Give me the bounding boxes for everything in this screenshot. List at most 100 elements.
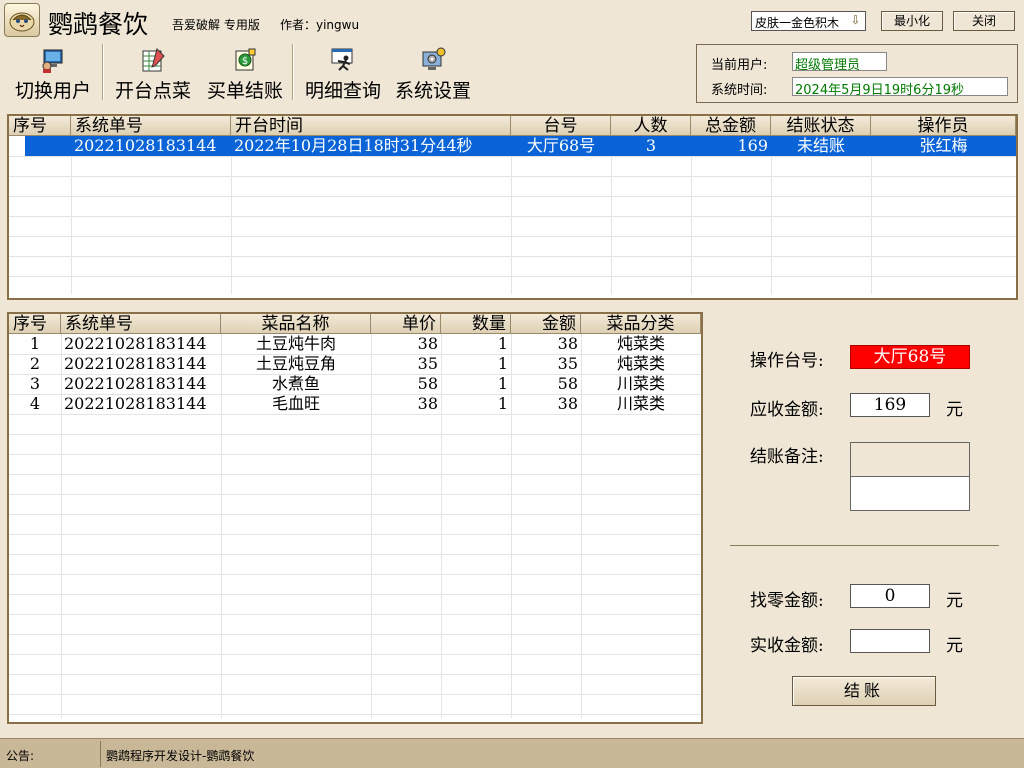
table-cell: 炖菜类 [616, 354, 665, 373]
table-cell: 35 [417, 354, 438, 373]
table-cell: 20221028183144 [64, 374, 207, 393]
table-row[interactable]: 1 20221028183144 2022年10月28日18时31分44秒 大厅68号… [12, 136, 1016, 156]
table-row[interactable]: 1 20221028183144 土豆炖牛肉 38 1 38 炖菜类 [9, 334, 701, 354]
down-arrow-icon[interactable]: ⇩ [848, 13, 863, 29]
close-button[interactable]: 关闭 [953, 11, 1015, 31]
checkout-note-value [851, 477, 969, 483]
table-row[interactable]: 2 20221028183144 土豆炖豆角 35 1 35 炖菜类 [9, 354, 701, 374]
paid-amount-input[interactable] [850, 629, 930, 653]
table-cell: 炖菜类 [616, 334, 665, 353]
user-info-panel: 当前用户: 超级管理员 系统时间: 2024年5月9日19时6分19秒 [696, 44, 1018, 103]
table-cell: 未结账 [796, 136, 845, 155]
detail-query-button[interactable]: 明细查询 [300, 46, 386, 102]
grid-line [511, 136, 512, 294]
table-cell: 水煮鱼 [271, 374, 320, 393]
open-table-order-button[interactable]: 开台点菜 [110, 46, 196, 102]
checkout-note-label: 结账备注: [750, 447, 824, 467]
table-cell: 土豆炖牛肉 [255, 334, 336, 353]
table-cell: 58 [417, 374, 438, 393]
column-header[interactable]: 系统单号 [71, 116, 231, 136]
notice-text: 鹦鹉程序开发设计-鹦鹉餐饮 [106, 749, 255, 763]
checkout-label: 买单结账 [206, 80, 283, 102]
column-header[interactable]: 结账状态 [771, 116, 871, 136]
column-header[interactable]: 序号 [9, 116, 71, 136]
table-cell: 38 [557, 394, 578, 413]
settle-button[interactable]: 结账 [792, 676, 936, 706]
title-bar: 鹦鹉餐饮 吾爱破解 专用版 作者：yingwu 皮肤一金色积木 ⇩ 最小化 关闭 [0, 0, 1024, 42]
table-cell: 1 [497, 354, 508, 373]
system-settings-button[interactable]: 系统设置 [390, 46, 476, 102]
orders-table[interactable]: 序号 系统单号 开台时间 台号 人数 总金额 结账状态 操作员 1 20221028183144 2… [7, 114, 1018, 300]
user-monitor-icon [42, 49, 63, 73]
checkout-button[interactable]: $ 买单结账 [202, 46, 288, 102]
table-cell: 1 [29, 334, 41, 353]
grid-line [9, 454, 701, 455]
status-separator [100, 741, 101, 767]
grid-line [9, 494, 701, 495]
toolbar-separator [292, 44, 294, 100]
column-header[interactable]: 数量 [441, 314, 511, 334]
grid-line [9, 654, 701, 655]
column-header[interactable]: 菜品名称 [221, 314, 371, 334]
table-cell: 1 [497, 334, 508, 353]
column-header[interactable]: 总金额 [691, 116, 771, 136]
grid-line [9, 216, 1016, 217]
table-number-label: 操作台号: [750, 351, 824, 371]
runner-window-icon [331, 48, 353, 71]
grid-line [9, 714, 701, 715]
grid-line [9, 196, 1016, 197]
minimize-button[interactable]: 最小化 [881, 11, 943, 31]
table-row[interactable]: 3 20221028183144 水煮鱼 58 1 58 川菜类 [9, 374, 701, 394]
open-table-order-label: 开台点菜 [114, 80, 191, 102]
table-cell: 1 [497, 374, 508, 393]
system-time-label: 系统时间: [711, 83, 768, 98]
current-user-label: 当前用户: [711, 58, 768, 73]
skin-select[interactable]: 皮肤一金色积木 ⇩ [751, 11, 866, 31]
switch-user-button[interactable]: 切换用户 [10, 46, 96, 102]
grid-line [871, 136, 872, 294]
current-user-field: 超级管理员 [792, 52, 887, 73]
order-items-table[interactable]: 序号 系统单号 菜品名称 单价 数量 金额 菜品分类 1 20221028183144 土豆炖牛肉… [7, 312, 703, 724]
table-cell: 58 [557, 374, 578, 393]
table-row[interactable]: 4 20221028183144 毛血旺 38 1 38 川菜类 [9, 394, 701, 414]
grid-line [9, 414, 701, 415]
table-cell: 20221028183144 [64, 354, 207, 373]
paid-unit: 元 [946, 636, 963, 656]
table-cell: 35 [557, 354, 578, 373]
status-bar: 公告: 鹦鹉程序开发设计-鹦鹉餐饮 [0, 738, 1024, 768]
table-cell: 川菜类 [616, 394, 665, 413]
grid-line [9, 514, 701, 515]
column-header[interactable]: 台号 [511, 116, 611, 136]
table-cell: 169 [737, 136, 768, 155]
checkout-note-textarea[interactable] [850, 442, 970, 511]
toolbar-separator [102, 44, 104, 100]
svg-text:$: $ [242, 56, 248, 67]
notice-label: 公告: [6, 749, 35, 763]
grid-line [611, 136, 612, 294]
table-cell: 20221028183144 [64, 394, 207, 413]
table-cell: 毛血旺 [271, 394, 320, 413]
column-header[interactable]: 操作员 [871, 116, 1016, 136]
grid-line [9, 256, 1016, 257]
table-cell: 3 [29, 374, 41, 393]
column-header[interactable]: 开台时间 [231, 116, 511, 136]
author-label: 作者：yingwu [280, 18, 360, 32]
column-header[interactable]: 系统单号 [61, 314, 221, 334]
grid-line [9, 634, 701, 635]
column-header[interactable]: 序号 [9, 314, 61, 334]
table-cell: 1 [12, 136, 23, 155]
grid-line [771, 136, 772, 294]
table-cell: 大厅68号 [526, 136, 596, 155]
system-time-field: 2024年5月9日19时6分19秒 [792, 77, 1008, 98]
column-header[interactable]: 人数 [611, 116, 691, 136]
table-cell: 张红梅 [919, 136, 968, 155]
grid-line [9, 474, 701, 475]
grid-line [9, 614, 701, 615]
detail-query-label: 明细查询 [304, 80, 381, 102]
column-header[interactable]: 菜品分类 [581, 314, 701, 334]
column-header[interactable]: 单价 [371, 314, 441, 334]
grid-line [71, 136, 72, 294]
edition-label: 吾爱破解 专用版 [172, 18, 260, 32]
table-cell: 1 [497, 394, 508, 413]
column-header[interactable]: 金额 [511, 314, 581, 334]
